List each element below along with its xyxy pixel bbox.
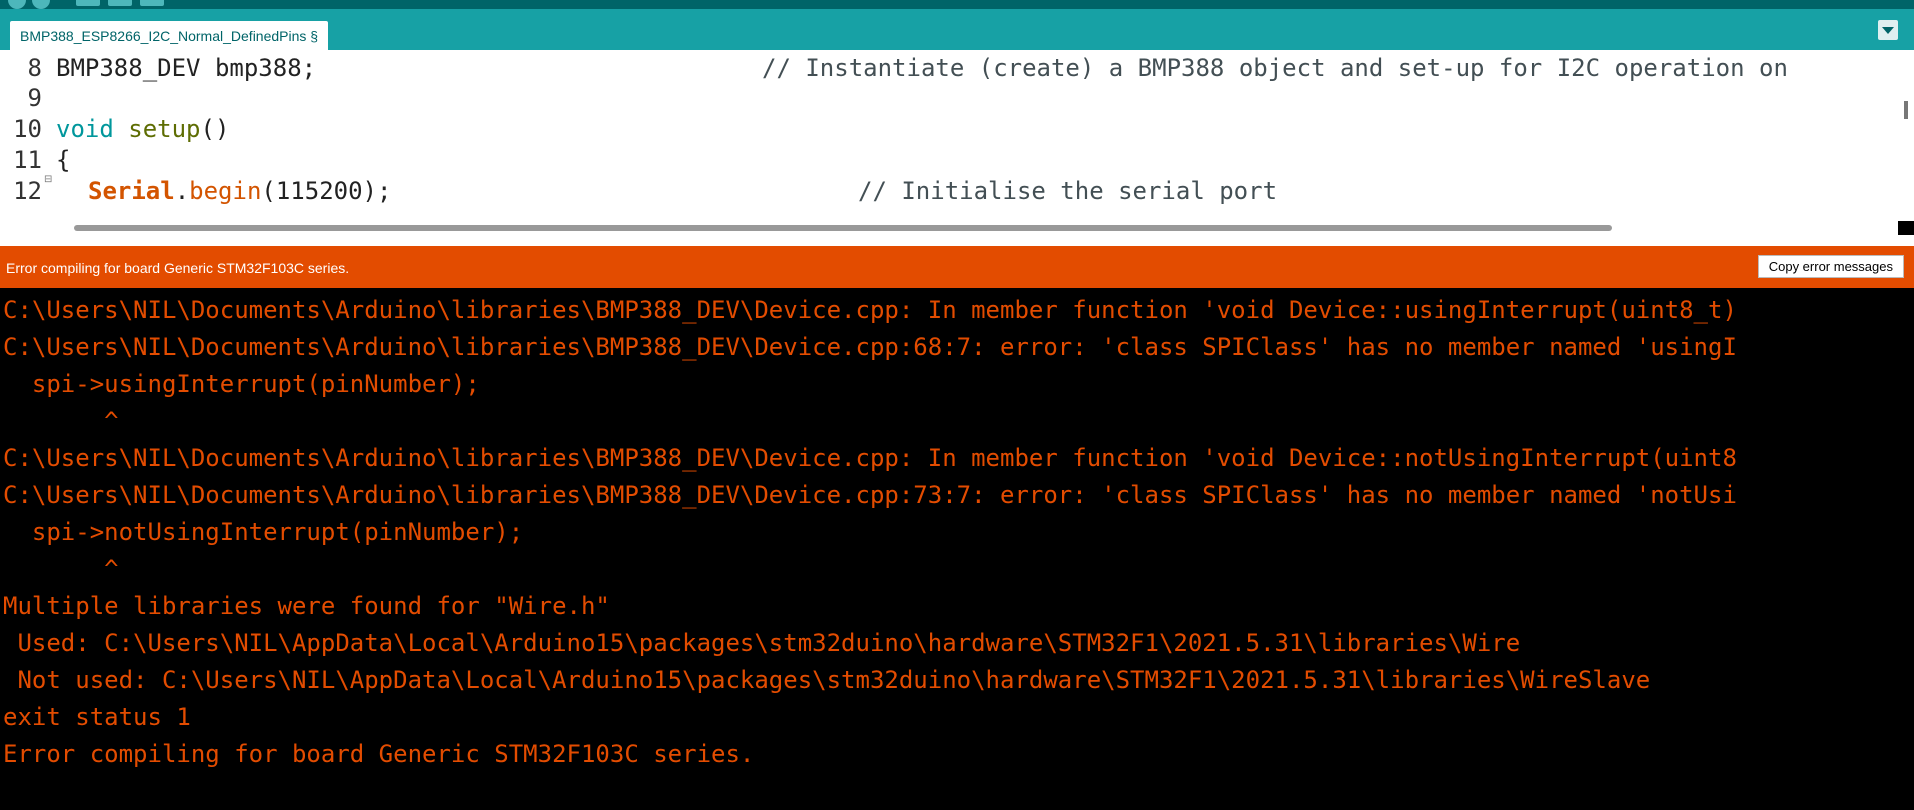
tab-sketch-file[interactable]: BMP388_ESP8266_I2C_Normal_DefinedPins § bbox=[10, 21, 329, 50]
code-text: () bbox=[200, 115, 230, 143]
console-line: spi->notUsingInterrupt(pinNumber); bbox=[3, 518, 524, 546]
line-number: 9 bbox=[27, 84, 42, 112]
console-line: ^ bbox=[3, 407, 119, 435]
tab-strip: BMP388_ESP8266_I2C_Normal_DefinedPins § bbox=[0, 9, 1914, 50]
code-function: begin bbox=[189, 177, 262, 205]
tab-menu-chevron-down-icon[interactable] bbox=[1878, 20, 1898, 40]
line-number: 12 bbox=[13, 177, 42, 205]
code-line-11: { bbox=[56, 146, 70, 174]
save-sketch-button[interactable] bbox=[140, 0, 164, 6]
code-text: BMP388_DEV bmp388; bbox=[56, 54, 317, 82]
line-number-gutter: 8 9 10 11 12 bbox=[0, 50, 52, 221]
fold-toggle-icon[interactable]: ⊟ bbox=[44, 174, 52, 185]
editor-horizontal-scrollbar[interactable] bbox=[0, 221, 1898, 235]
code-keyword: void bbox=[56, 115, 114, 143]
line-number: 8 bbox=[27, 54, 42, 82]
pane-splitter[interactable] bbox=[0, 235, 1914, 246]
console-output[interactable]: C:\Users\NIL\Documents\Arduino\libraries… bbox=[0, 288, 1914, 810]
console-line: Error compiling for board Generic STM32F… bbox=[3, 740, 755, 768]
console-line: spi->usingInterrupt(pinNumber); bbox=[3, 370, 480, 398]
new-sketch-button[interactable] bbox=[76, 0, 100, 6]
console-line: ^ bbox=[3, 555, 119, 583]
code-line-10: void setup() bbox=[56, 115, 229, 143]
code-line-8: BMP388_DEV bmp388; bbox=[56, 54, 316, 82]
console-line: C:\Users\NIL\Documents\Arduino\libraries… bbox=[3, 481, 1737, 509]
code-editor[interactable]: 8 9 10 11 12 ⊟ BMP388_DEV bmp388; // Ins… bbox=[0, 50, 1914, 221]
code-comment: // Initialise the serial port bbox=[858, 177, 1278, 205]
console-line: Multiple libraries were found for "Wire.… bbox=[3, 592, 610, 620]
copy-error-messages-button[interactable]: Copy error messages bbox=[1757, 255, 1904, 278]
line-number: 10 bbox=[13, 115, 42, 143]
code-text: . bbox=[174, 177, 190, 205]
upload-button[interactable] bbox=[32, 0, 50, 9]
console-line: Not used: C:\Users\NIL\AppData\Local\Ard… bbox=[3, 666, 1651, 694]
code-object: Serial bbox=[88, 177, 175, 205]
console-line: exit status 1 bbox=[3, 703, 191, 731]
verify-button[interactable] bbox=[8, 0, 26, 9]
code-text: (115200); bbox=[261, 177, 392, 205]
line-number: 11 bbox=[13, 146, 42, 174]
error-status-bar: Error compiling for board Generic STM32F… bbox=[0, 246, 1914, 288]
vertical-scroll-thumb[interactable] bbox=[1904, 101, 1908, 119]
horizontal-scroll-thumb[interactable] bbox=[74, 225, 1612, 231]
console-line: Used: C:\Users\NIL\AppData\Local\Arduino… bbox=[3, 629, 1521, 657]
code-function: setup bbox=[128, 115, 201, 143]
open-sketch-button[interactable] bbox=[108, 0, 132, 6]
console-line: C:\Users\NIL\Documents\Arduino\libraries… bbox=[3, 296, 1737, 324]
editor-vertical-scrollbar[interactable] bbox=[1898, 50, 1914, 221]
code-line-12: Serial.begin(115200); bbox=[88, 177, 391, 205]
code-text: { bbox=[56, 146, 71, 174]
code-comment: // Instantiate (create) a BMP388 object … bbox=[762, 54, 1788, 82]
toolbar bbox=[0, 0, 1914, 9]
status-message: Error compiling for board Generic STM32F… bbox=[6, 260, 350, 276]
console-line: C:\Users\NIL\Documents\Arduino\libraries… bbox=[3, 333, 1737, 361]
console-line: C:\Users\NIL\Documents\Arduino\libraries… bbox=[3, 444, 1737, 472]
